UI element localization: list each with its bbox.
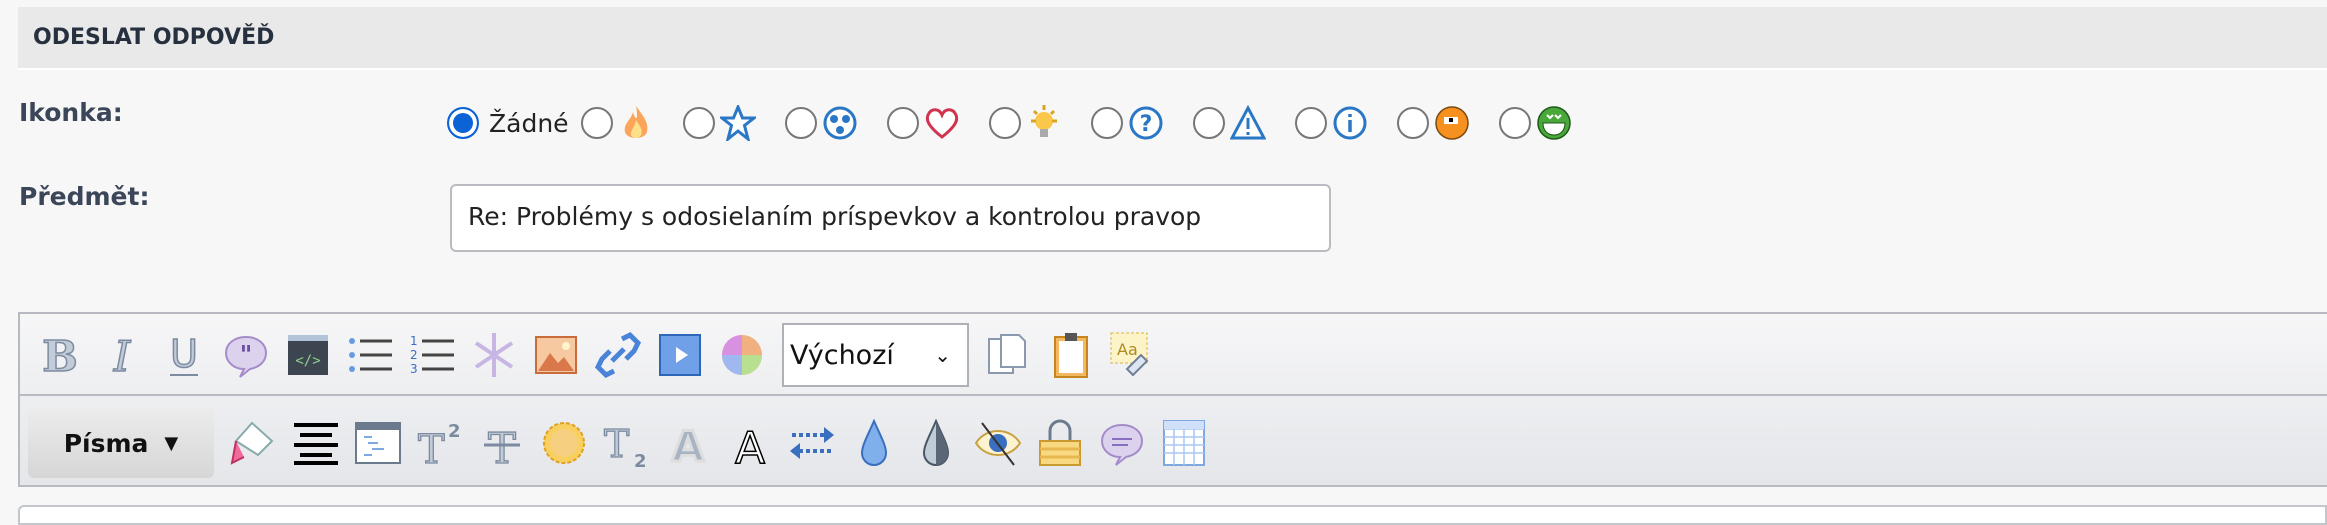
radio-icon-info[interactable] — [1294, 107, 1327, 139]
contrast-drop-icon[interactable] — [910, 417, 962, 469]
quote-icon[interactable]: " — [220, 329, 272, 381]
clear-format-icon[interactable]: Aa — [1107, 329, 1159, 381]
lightbulb-icon — [1025, 104, 1063, 142]
radio-icon-surprised[interactable] — [1396, 107, 1429, 139]
radio-icon-warning[interactable] — [1192, 107, 1225, 139]
svg-text:</>: </> — [295, 353, 320, 369]
superscript-icon[interactable]: T2 — [414, 417, 466, 469]
svg-text:A: A — [672, 422, 705, 467]
image-icon[interactable] — [530, 329, 582, 381]
radio-icon-fire[interactable] — [580, 107, 613, 139]
subscript-icon[interactable]: T2 — [600, 417, 652, 469]
section-header: ODESLAT ODPOVĚĎ — [18, 7, 2327, 70]
preformatted-icon[interactable] — [352, 417, 404, 469]
icon-label: Ikonka: — [19, 98, 123, 127]
warning-icon — [1229, 104, 1267, 142]
video-icon[interactable] — [654, 329, 706, 381]
justify-icon[interactable] — [290, 417, 342, 469]
comment-icon[interactable] — [1096, 417, 1148, 469]
surprised-face-icon — [1433, 104, 1471, 142]
svg-text:3: 3 — [410, 362, 418, 376]
highlighter-icon[interactable] — [228, 417, 280, 469]
section-title: ODESLAT ODPOVĚĎ — [33, 25, 275, 50]
radio-icon-heart[interactable] — [886, 107, 919, 139]
font-size-value: Výchozí — [790, 339, 894, 371]
underline-icon[interactable]: U — [158, 329, 210, 381]
svg-text:1: 1 — [410, 334, 418, 348]
star-icon — [719, 104, 757, 142]
lock-icon[interactable] — [1034, 417, 1086, 469]
paste-icon[interactable] — [1045, 329, 1097, 381]
info-icon — [1331, 104, 1369, 142]
icon-radio-group: Žádné ? — [447, 104, 1597, 142]
copy-icon[interactable] — [983, 329, 1035, 381]
radio-icon-none[interactable] — [447, 107, 479, 139]
glow-sun-icon[interactable] — [538, 417, 590, 469]
subject-input[interactable]: Re: Problémy s odosielaním príspevkov a … — [450, 184, 1331, 252]
fire-icon — [617, 104, 655, 142]
svg-text:2: 2 — [410, 348, 418, 362]
svg-text:2: 2 — [634, 451, 647, 467]
numbered-list-icon[interactable]: 123 — [406, 329, 458, 381]
caret-down-icon: ▼ — [164, 432, 179, 454]
svg-text:?: ? — [1139, 112, 1152, 137]
svg-text:": " — [240, 340, 253, 369]
radio-icon-question[interactable] — [1090, 107, 1123, 139]
svg-text:T: T — [604, 422, 629, 466]
strikethrough-icon[interactable]: T — [476, 417, 528, 469]
svg-text:U: U — [170, 332, 198, 376]
bold-icon[interactable]: B — [34, 329, 86, 381]
radioactive-icon — [821, 104, 859, 142]
color-wheel-icon[interactable] — [716, 329, 768, 381]
outline-text-icon[interactable]: A — [724, 417, 776, 469]
question-icon: ? — [1127, 104, 1165, 142]
message-textarea[interactable] — [18, 505, 2327, 525]
editor-toolbar: B I U " </> 123 Výchozí ⌄ Aa Písma ▼ T2 T … — [18, 312, 2327, 487]
subject-label: Předmět: — [19, 182, 150, 211]
grin-face-icon — [1535, 104, 1573, 142]
none-label: Žádné — [489, 108, 569, 138]
fonts-label: Písma — [63, 428, 149, 458]
radio-icon-radioactive[interactable] — [784, 107, 817, 139]
svg-text:Aa: Aa — [1117, 340, 1138, 359]
svg-text:T: T — [418, 427, 445, 467]
hide-eye-icon[interactable] — [972, 417, 1024, 469]
swap-arrows-icon[interactable] — [786, 417, 838, 469]
drop-icon[interactable] — [848, 417, 900, 469]
radio-icon-grin[interactable] — [1498, 107, 1531, 139]
font-size-select[interactable]: Výchozí ⌄ — [782, 323, 969, 387]
svg-text:2: 2 — [448, 421, 461, 442]
heart-icon — [923, 104, 961, 142]
radio-icon-star[interactable] — [682, 107, 715, 139]
link-icon[interactable] — [592, 329, 644, 381]
code-icon[interactable]: </> — [282, 329, 334, 381]
italic-icon[interactable]: I — [96, 329, 148, 381]
svg-text:I: I — [113, 332, 132, 379]
bullet-list-icon[interactable] — [344, 329, 396, 381]
radio-icon-lightbulb[interactable] — [988, 107, 1021, 139]
fonts-dropdown-button[interactable]: Písma ▼ — [28, 408, 214, 478]
svg-text:A: A — [735, 423, 765, 467]
asterisk-icon[interactable] — [468, 329, 520, 381]
table-icon[interactable] — [1158, 417, 1210, 469]
shadow-text-icon[interactable]: A — [662, 417, 714, 469]
chevron-down-icon: ⌄ — [934, 343, 951, 367]
svg-text:B: B — [42, 332, 78, 379]
